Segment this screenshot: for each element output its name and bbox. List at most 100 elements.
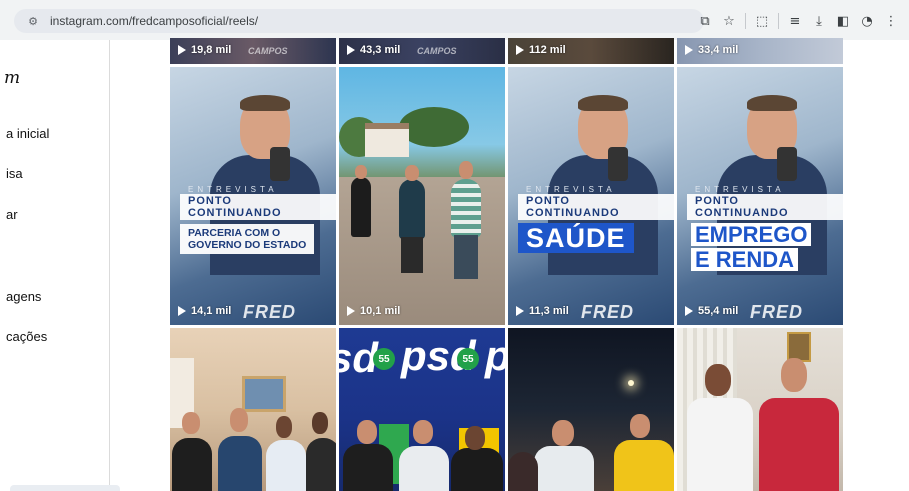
play-icon — [685, 306, 693, 316]
wall-painting — [242, 376, 286, 412]
person — [759, 398, 839, 491]
view-count: 33,4 mil — [685, 44, 738, 56]
reels-grid: 19,8 mil CAMPOS 43,3 mil CAMPOS 112 mil … — [170, 38, 844, 491]
reel-tile[interactable]: ENTREVISTA PONTO CONTINUANDO EMPREGO E R… — [677, 67, 843, 325]
face — [230, 408, 248, 432]
instagram-sidebar: m a inicial isa ar agens cações — [0, 40, 120, 491]
view-count: 112 mil — [516, 44, 566, 56]
house — [365, 123, 409, 157]
person — [534, 446, 594, 491]
download-icon[interactable]: ⤓ — [807, 10, 831, 32]
reel-tile[interactable]: 112 mil — [508, 38, 674, 64]
show-title: PONTO CONTINUANDO — [687, 194, 843, 220]
show-title: PONTO CONTINUANDO — [518, 194, 674, 220]
reel-tile[interactable]: ENTREVISTA PONTO CONTINUANDO PARCERIA CO… — [170, 67, 336, 325]
lower-third: ENTREVISTA PONTO CONTINUANDO PARCERIA CO… — [180, 185, 336, 254]
reel-tile[interactable]: 19,8 mil CAMPOS — [170, 38, 336, 64]
reel-tile[interactable]: sd 55 psd 55 p — [339, 328, 505, 491]
profile-icon[interactable]: ◔ — [855, 10, 879, 32]
person — [218, 436, 262, 491]
tag-text: ENTREVISTA — [526, 185, 616, 194]
sidebar-item-search[interactable]: isa — [6, 166, 23, 181]
watermark: CAMPOS — [248, 46, 288, 56]
play-icon — [178, 306, 186, 316]
headline: SAÚDE — [518, 223, 634, 253]
lower-third: ENTREVISTA PONTO CONTINUANDO EMPREGO E R… — [687, 185, 843, 271]
view-count: 55,4 mil — [685, 305, 738, 317]
play-icon — [685, 45, 693, 55]
person-woman — [351, 177, 371, 237]
face — [357, 420, 377, 444]
sidebar-item-home[interactable]: a inicial — [6, 126, 49, 141]
person — [343, 444, 393, 491]
play-icon — [347, 306, 355, 316]
tag-text: ENTREVISTA — [695, 185, 785, 194]
toolbar-divider — [778, 13, 779, 29]
sidebar-item-explore[interactable]: ar — [6, 207, 18, 222]
sidebar-item-notifications[interactable]: cações — [6, 329, 47, 344]
url-text: instagram.com/fredcamposoficial/reels/ — [50, 14, 259, 28]
face — [630, 414, 650, 438]
subtitle-box: PARCERIA COM O GOVERNO DO ESTADO — [180, 224, 315, 254]
menu-icon[interactable]: ⋮ — [879, 10, 903, 32]
play-icon — [516, 45, 524, 55]
watermark: CAMPOS — [417, 46, 457, 56]
address-bar[interactable]: ⚙ instagram.com/fredcamposoficial/reels/ — [14, 9, 704, 33]
face — [355, 165, 367, 179]
view-count: 10,1 mil — [347, 305, 400, 317]
watermark: FRED — [750, 302, 803, 322]
person-fred — [399, 179, 425, 239]
face — [182, 412, 200, 434]
sidebar-item-messages[interactable]: agens — [6, 289, 41, 304]
headline: EMPREGO E RENDA — [687, 221, 843, 271]
street-light — [628, 380, 634, 386]
side-panel-icon[interactable]: ◧ — [831, 10, 855, 32]
reel-tile[interactable] — [677, 328, 843, 491]
bookmark-star-icon[interactable]: ☆ — [717, 10, 741, 32]
toolbar-icons: ⧉ ☆ ⬚ ≡ ⤓ ◧ ◔ ⋮ — [693, 10, 903, 32]
headline-line: EMPREGO — [691, 223, 812, 246]
sidebar-bottom-bar — [10, 485, 120, 491]
play-icon — [516, 306, 524, 316]
person — [687, 398, 753, 491]
extensions-icon[interactable]: ⬚ — [750, 10, 774, 32]
instagram-logo[interactable]: m — [4, 68, 20, 88]
view-count: 11,3 mil — [516, 305, 569, 317]
site-settings-icon[interactable]: ⚙ — [26, 14, 40, 28]
face — [552, 420, 574, 446]
subtitle-line: GOVERNO DO ESTADO — [188, 239, 307, 251]
person-hair — [578, 95, 628, 111]
reel-tile[interactable] — [508, 328, 674, 491]
subtitle-line: PARCERIA COM O — [188, 227, 281, 239]
headline-line: E RENDA — [691, 248, 799, 271]
reel-tile[interactable] — [170, 328, 336, 491]
psd-logo: p — [485, 332, 505, 380]
face — [405, 165, 419, 181]
watermark: FRED — [581, 302, 634, 322]
browser-toolbar: ⚙ instagram.com/fredcamposoficial/reels/… — [0, 0, 909, 40]
reel-tile[interactable]: 10,1 mil — [339, 67, 505, 325]
tag-text: ENTREVISTA — [188, 185, 278, 194]
person — [399, 446, 449, 491]
face — [705, 364, 731, 396]
face — [459, 161, 473, 179]
person — [306, 438, 336, 491]
person — [172, 438, 212, 491]
face — [413, 420, 433, 444]
play-icon — [178, 45, 186, 55]
view-count: 14,1 mil — [178, 305, 231, 317]
reading-list-icon[interactable]: ≡ — [783, 10, 807, 32]
reel-tile[interactable]: 33,4 mil — [677, 38, 843, 64]
face — [312, 412, 328, 434]
person — [266, 440, 306, 491]
microphone — [608, 147, 628, 181]
reel-tile[interactable]: ENTREVISTA PONTO CONTINUANDO SAÚDE FRED … — [508, 67, 674, 325]
install-app-icon[interactable]: ⧉ — [693, 10, 717, 32]
reel-tile[interactable]: 43,3 mil CAMPOS — [339, 38, 505, 64]
tree — [399, 107, 469, 147]
person — [451, 448, 503, 491]
view-count: 19,8 mil — [178, 44, 231, 56]
microphone — [270, 147, 290, 181]
lower-third: ENTREVISTA PONTO CONTINUANDO SAÚDE — [518, 185, 674, 253]
show-title: PONTO CONTINUANDO — [180, 194, 336, 220]
